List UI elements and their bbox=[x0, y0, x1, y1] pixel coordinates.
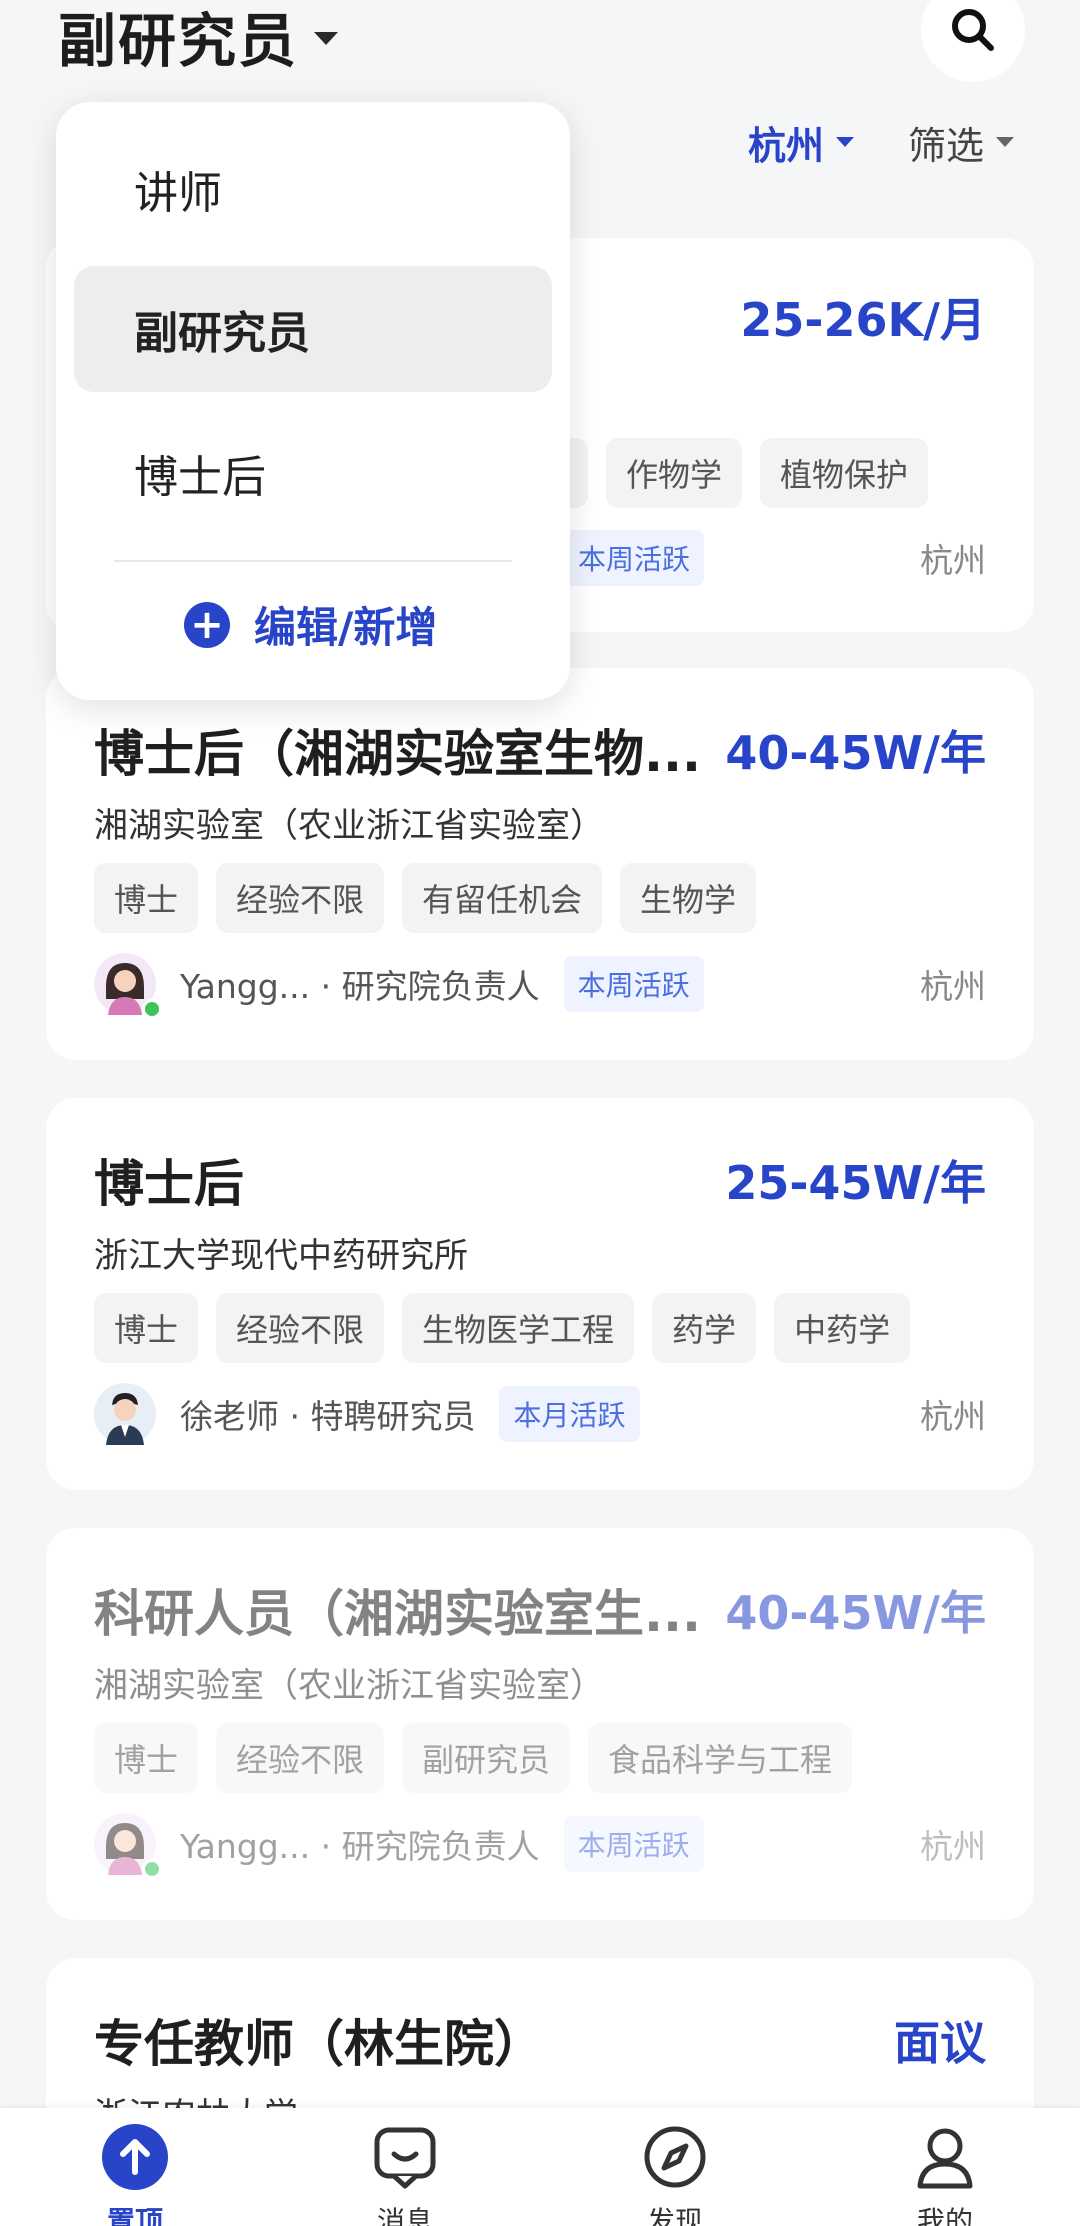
dropdown-item-postdoc[interactable]: 博士后 bbox=[74, 410, 552, 536]
job-card-header: 科研人员（湘湖实验室生... 40-45W/年 bbox=[94, 1574, 986, 1646]
job-tag: 有留任机会 bbox=[402, 863, 603, 933]
chat-icon[interactable] bbox=[370, 2122, 440, 2192]
job-card-header: 博士后 25-45W/年 bbox=[94, 1144, 986, 1216]
nav-item-discover[interactable]: 发现 bbox=[615, 2122, 735, 2226]
filter-label[interactable]: 筛选 bbox=[908, 115, 984, 170]
recruiter-info: Yangg... · 研究院负责人 bbox=[180, 967, 540, 1006]
plus-icon: + bbox=[184, 601, 230, 648]
edit-add-label: 编辑/新增 bbox=[254, 603, 438, 652]
activity-badge: 本周活跃 bbox=[564, 530, 705, 586]
nav-label: 置顶 bbox=[106, 2205, 163, 2226]
job-meta: Yangg... · 研究院负责人 本周活跃 杭州 bbox=[94, 1813, 986, 1879]
avatar[interactable] bbox=[94, 1383, 156, 1445]
job-salary: 40-45W/年 bbox=[725, 1586, 986, 1640]
caret-down-icon[interactable] bbox=[836, 137, 855, 147]
job-tag: 食品科学与工程 bbox=[588, 1723, 853, 1793]
job-tag: 博士 bbox=[94, 863, 199, 933]
job-salary: 25-26K/月 bbox=[740, 293, 986, 347]
job-salary: 面议 bbox=[894, 2016, 986, 2070]
edit-add-button[interactable]: + 编辑/新增 bbox=[184, 594, 437, 655]
job-card[interactable]: 博士后 25-45W/年 浙江大学现代中药研究所 博士 经验不限 生物医学工程 … bbox=[46, 1098, 1034, 1490]
position-selector[interactable]: 副研究员 bbox=[58, 0, 339, 78]
job-title: 博士后（湘湖实验室生物... bbox=[94, 725, 701, 783]
page-title[interactable]: 副研究员 bbox=[58, 0, 298, 78]
job-tags: 博士 经验不限 生物医学工程 药学 中药学 bbox=[94, 1293, 911, 1363]
city-filter[interactable]: 杭州 bbox=[748, 112, 855, 172]
job-meta: 徐老师 · 特聘研究员 本月活跃 杭州 bbox=[94, 1383, 986, 1445]
job-card-header: 博士后（湘湖实验室生物... 40-45W/年 bbox=[94, 714, 986, 786]
city-label[interactable]: 杭州 bbox=[748, 115, 824, 170]
activity-badge: 本月活跃 bbox=[499, 1386, 640, 1442]
nav-label: 发现 bbox=[646, 2205, 703, 2226]
nav-item-messages[interactable]: 消息 bbox=[345, 2122, 465, 2226]
avatar[interactable] bbox=[94, 953, 162, 1019]
job-tag: 生物学 bbox=[620, 863, 757, 933]
job-meta: Yangg... · 研究院负责人 本周活跃 杭州 bbox=[94, 953, 986, 1019]
nav-item-profile[interactable]: 我的 bbox=[885, 2122, 1005, 2226]
company-name: 湘湖实验室（农业浙江省实验室） bbox=[94, 1666, 604, 1706]
caret-down-icon[interactable] bbox=[996, 137, 1015, 147]
job-title: 专任教师（林生院） bbox=[94, 2015, 544, 2073]
recruiter-info: 徐老师 · 特聘研究员 bbox=[180, 1397, 476, 1436]
job-tag: 经验不限 bbox=[216, 863, 385, 933]
nav-item-top[interactable]: 置顶 bbox=[75, 2122, 195, 2226]
job-tag: 生物医学工程 bbox=[402, 1293, 635, 1363]
recruiter-avatar-icon bbox=[94, 1383, 156, 1445]
job-tags: 会 作物学 植物保护 bbox=[516, 438, 929, 508]
avatar[interactable] bbox=[94, 1813, 162, 1879]
job-tag: 药学 bbox=[652, 1293, 757, 1363]
search-button[interactable] bbox=[921, 0, 1025, 82]
job-card[interactable]: 博士后（湘湖实验室生物... 40-45W/年 湘湖实验室（农业浙江省实验室） … bbox=[46, 668, 1034, 1060]
job-tag: 经验不限 bbox=[216, 1293, 385, 1363]
job-card-header: 专任教师（林生院） 面议 bbox=[94, 2004, 986, 2076]
online-indicator bbox=[142, 1859, 162, 1879]
profile-icon[interactable] bbox=[910, 2122, 980, 2192]
job-location: 杭州 bbox=[920, 541, 986, 580]
job-tag: 植物保护 bbox=[760, 438, 929, 508]
job-tag: 博士 bbox=[94, 1293, 199, 1363]
job-tag: 中药学 bbox=[774, 1293, 911, 1363]
dropdown-item-lecturer[interactable]: 讲师 bbox=[74, 126, 552, 252]
nav-label: 消息 bbox=[376, 2205, 433, 2226]
search-icon bbox=[952, 9, 994, 51]
job-salary: 25-45W/年 bbox=[725, 1156, 986, 1210]
job-tag: 副研究员 bbox=[402, 1723, 571, 1793]
job-tag: 经验不限 bbox=[216, 1723, 385, 1793]
job-tags: 博士 经验不限 副研究员 食品科学与工程 bbox=[94, 1723, 853, 1793]
job-location: 杭州 bbox=[920, 1397, 986, 1436]
header: 副研究员 bbox=[0, 0, 1080, 90]
job-tag: 作物学 bbox=[606, 438, 743, 508]
arrow-up-icon[interactable] bbox=[100, 2122, 170, 2192]
divider bbox=[114, 560, 512, 562]
position-dropdown: 讲师 副研究员 博士后 + 编辑/新增 bbox=[56, 102, 570, 700]
company-name: 湘湖实验室（农业浙江省实验室） bbox=[94, 806, 604, 846]
caret-down-icon[interactable] bbox=[314, 31, 339, 45]
dropdown-item-associate-researcher[interactable]: 副研究员 bbox=[74, 266, 552, 392]
job-location: 杭州 bbox=[920, 967, 986, 1006]
job-card[interactable]: 科研人员（湘湖实验室生... 40-45W/年 湘湖实验室（农业浙江省实验室） … bbox=[46, 1528, 1034, 1920]
activity-badge: 本周活跃 bbox=[563, 1816, 704, 1872]
bottom-nav: 置顶 消息 发现 我的 bbox=[0, 2108, 1080, 2226]
online-indicator bbox=[142, 999, 162, 1019]
job-title: 博士后 bbox=[94, 1155, 244, 1213]
filter-button[interactable]: 筛选 bbox=[908, 112, 1015, 172]
nav-label: 我的 bbox=[916, 2205, 973, 2226]
job-tag: 博士 bbox=[94, 1723, 199, 1793]
compass-icon[interactable] bbox=[640, 2122, 710, 2192]
company-name: 浙江大学现代中药研究所 bbox=[94, 1236, 468, 1276]
job-location: 杭州 bbox=[920, 1827, 986, 1866]
activity-badge: 本周活跃 bbox=[563, 956, 704, 1012]
job-tags: 博士 经验不限 有留任机会 生物学 bbox=[94, 863, 757, 933]
job-salary: 40-45W/年 bbox=[725, 726, 986, 780]
job-title: 科研人员（湘湖实验室生... bbox=[94, 1585, 701, 1643]
recruiter-info: Yangg... · 研究院负责人 bbox=[180, 1827, 540, 1866]
